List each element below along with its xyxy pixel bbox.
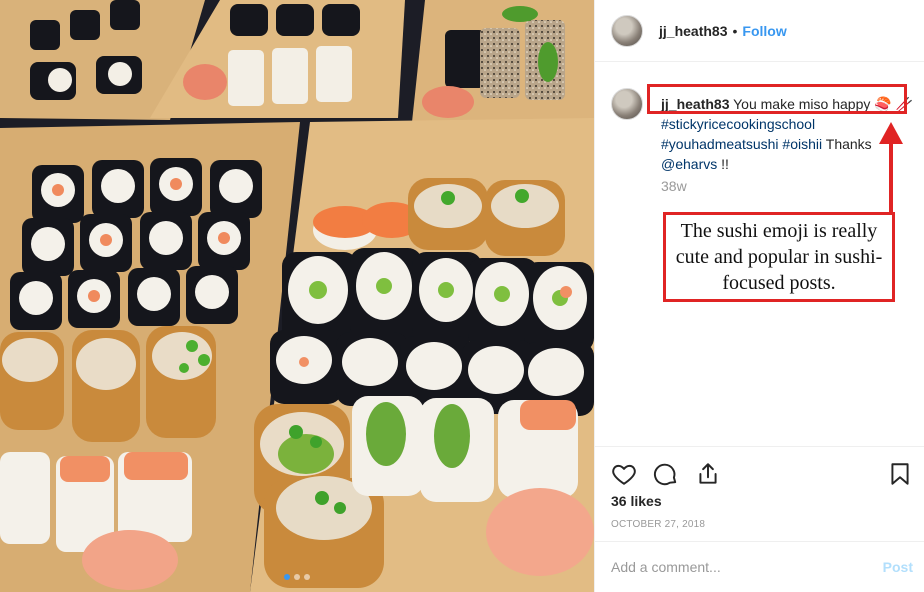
arrow-icon — [879, 122, 903, 212]
carousel-dot[interactable] — [304, 574, 310, 580]
comment-input[interactable] — [611, 556, 851, 578]
post-date: OCTOBER 27, 2018 — [611, 519, 706, 530]
carousel-indicator[interactable] — [0, 574, 594, 580]
carousel-dot[interactable] — [284, 574, 290, 580]
sushi-photo-illustration — [0, 0, 594, 592]
add-comment-bar: Post — [595, 541, 924, 592]
annotation-callout: The sushi emoji is really cute and popul… — [663, 212, 895, 302]
carousel-dot[interactable] — [294, 574, 300, 580]
post-actions: 36 likes OCTOBER 27, 2018 Post — [595, 446, 924, 592]
heart-icon[interactable] — [611, 461, 637, 487]
post-photo[interactable] — [0, 0, 594, 592]
post-button[interactable]: Post — [883, 559, 913, 575]
comment-icon[interactable] — [653, 461, 679, 487]
likes-count[interactable]: 36 likes — [611, 493, 662, 509]
action-icons — [611, 461, 721, 487]
bookmark-icon[interactable] — [887, 461, 913, 487]
post-sidebar: jj_heath83 • Follow jj_heath83 You make … — [594, 0, 924, 592]
share-icon[interactable] — [695, 461, 721, 487]
